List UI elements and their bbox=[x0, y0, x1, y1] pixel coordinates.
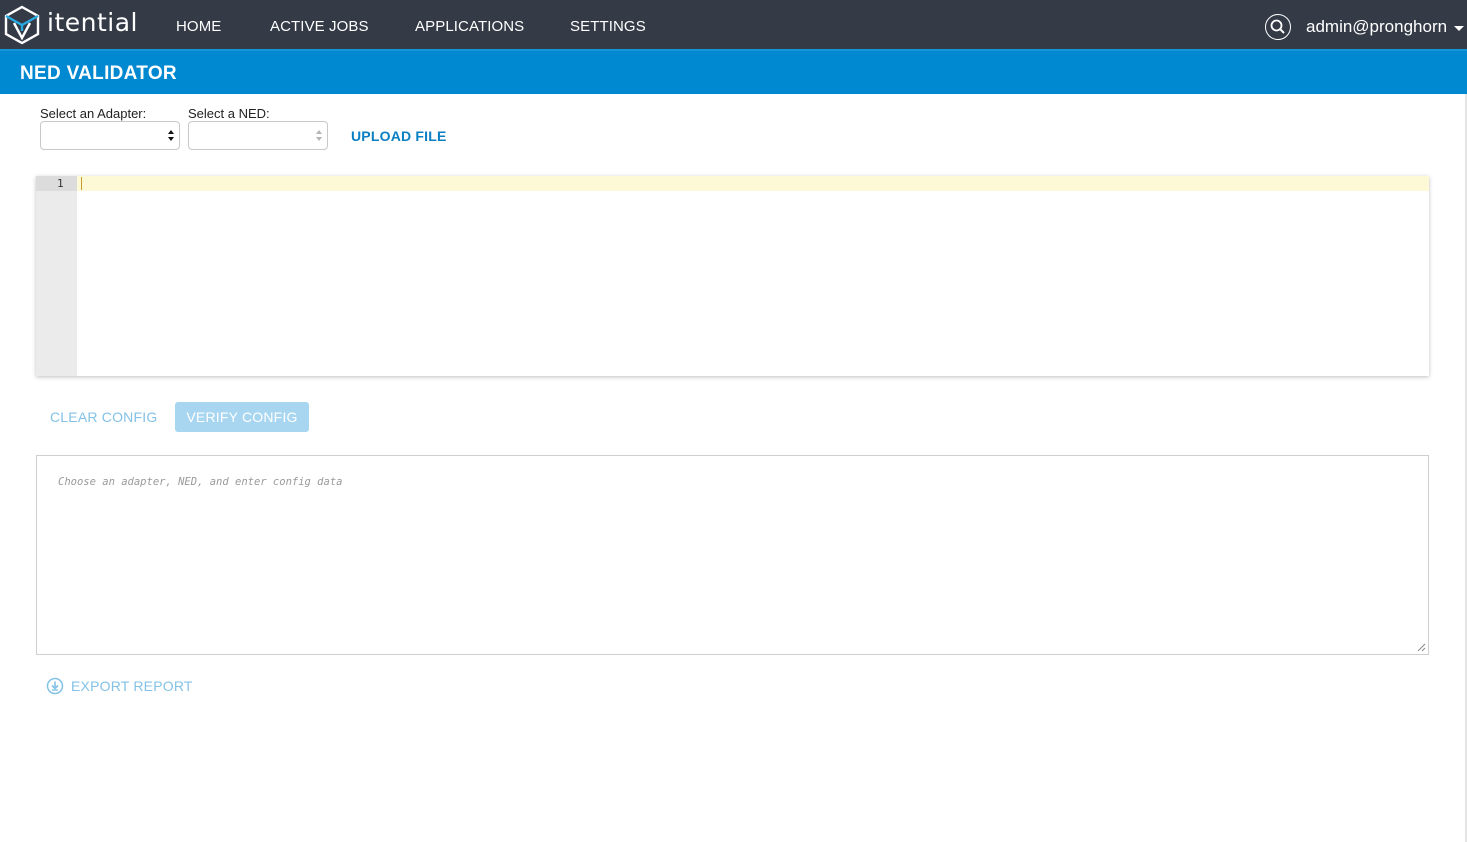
editor-gutter: 1 bbox=[36, 176, 77, 376]
logo[interactable]: itential bbox=[3, 5, 143, 45]
nav-item-active-jobs[interactable]: ACTIVE JOBS bbox=[270, 18, 369, 35]
title-bar: NED VALIDATOR bbox=[0, 49, 1467, 94]
upload-file-button[interactable]: UPLOAD FILE bbox=[351, 128, 447, 144]
clear-config-button[interactable]: CLEAR CONFIG bbox=[50, 409, 157, 425]
config-editor[interactable]: 1 bbox=[36, 176, 1429, 376]
result-textarea[interactable]: Choose an adapter, NED, and enter config… bbox=[36, 455, 1429, 655]
logo-text: itential bbox=[47, 7, 138, 37]
config-input[interactable] bbox=[77, 176, 1429, 376]
select-arrows-icon bbox=[168, 130, 174, 142]
search-button[interactable] bbox=[1265, 14, 1291, 40]
search-icon bbox=[1270, 19, 1285, 34]
download-circle-icon bbox=[46, 677, 64, 695]
verify-config-button[interactable]: VERIFY CONFIG bbox=[175, 402, 309, 432]
top-nav: itential HOME ACTIVE JOBS APPLICATIONS S… bbox=[0, 0, 1467, 49]
adapter-label: Select an Adapter: bbox=[40, 106, 147, 121]
export-report-label: EXPORT REPORT bbox=[71, 678, 193, 694]
nav-item-home[interactable]: HOME bbox=[176, 18, 221, 35]
user-menu[interactable]: admin@pronghorn bbox=[1306, 17, 1465, 37]
line-number: 1 bbox=[57, 177, 64, 190]
ned-select[interactable] bbox=[188, 121, 328, 150]
select-arrows-icon bbox=[316, 130, 322, 142]
ned-label: Select a NED: bbox=[188, 106, 270, 121]
page-title: NED VALIDATOR bbox=[20, 63, 177, 84]
adapter-select[interactable] bbox=[40, 121, 180, 150]
page: itential HOME ACTIVE JOBS APPLICATIONS S… bbox=[0, 0, 1467, 842]
nav-item-settings[interactable]: SETTINGS bbox=[570, 18, 646, 35]
nav-item-applications[interactable]: APPLICATIONS bbox=[415, 18, 524, 35]
export-report-button[interactable]: EXPORT REPORT bbox=[46, 677, 193, 695]
itential-logo-icon bbox=[4, 5, 40, 45]
user-name: admin@pronghorn bbox=[1306, 17, 1448, 36]
resize-grip-icon[interactable] bbox=[1417, 643, 1426, 652]
result-placeholder: Choose an adapter, NED, and enter config… bbox=[58, 476, 343, 488]
caret-down-icon bbox=[1454, 25, 1465, 31]
